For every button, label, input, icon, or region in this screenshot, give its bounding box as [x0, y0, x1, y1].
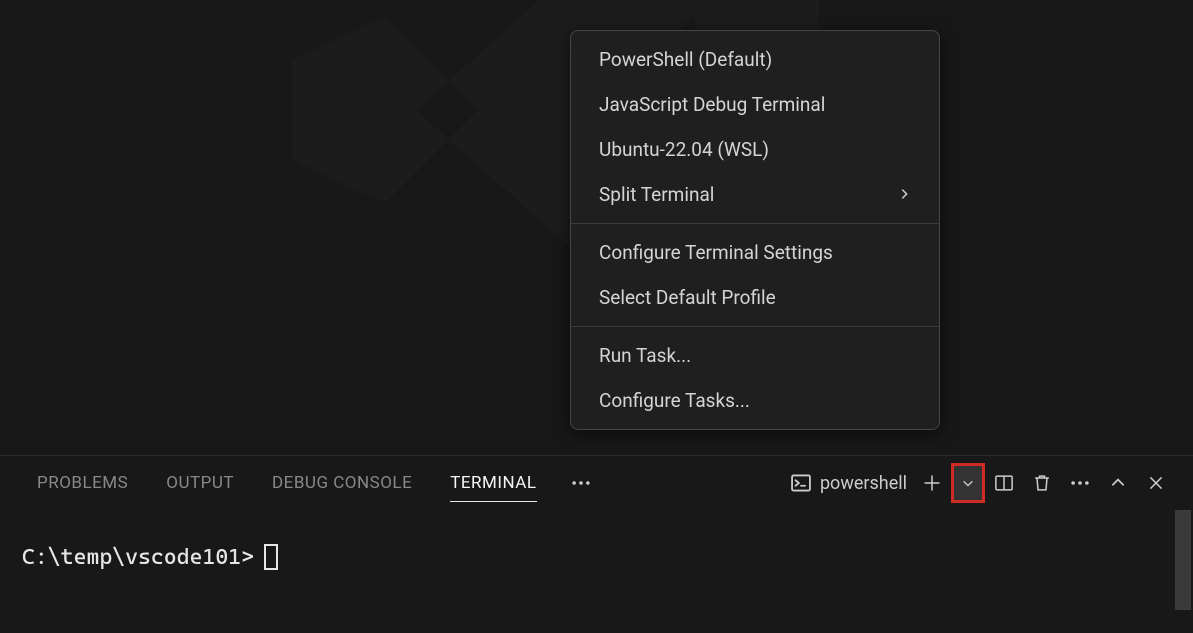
terminal-cursor [264, 544, 278, 570]
menu-item-configure-terminal-settings[interactable]: Configure Terminal Settings [571, 230, 939, 275]
kill-terminal-button[interactable] [1023, 464, 1061, 502]
tab-problems[interactable]: PROBLEMS [18, 459, 147, 507]
menu-item-label: Split Terminal [599, 183, 714, 206]
menu-item-label: Configure Terminal Settings [599, 241, 833, 264]
menu-separator [571, 223, 939, 224]
terminal-prompt: C:\temp\vscode101> [22, 545, 254, 570]
more-actions-button[interactable] [1061, 464, 1099, 502]
panel-actions: powershell [780, 463, 1175, 503]
menu-item-select-default-profile[interactable]: Select Default Profile [571, 275, 939, 320]
terminal-icon [790, 472, 812, 494]
menu-item-label: PowerShell (Default) [599, 48, 772, 71]
menu-item-powershell[interactable]: PowerShell (Default) [571, 37, 939, 82]
split-horizontal-icon [994, 473, 1014, 493]
menu-separator [571, 326, 939, 327]
chevron-right-icon [897, 183, 911, 206]
tab-output[interactable]: OUTPUT [147, 459, 253, 507]
menu-item-js-debug-terminal[interactable]: JavaScript Debug Terminal [571, 82, 939, 127]
split-terminal-button[interactable] [985, 464, 1023, 502]
active-terminal-label[interactable]: powershell [780, 472, 913, 494]
terminal-scrollbar[interactable] [1175, 510, 1191, 610]
terminal-line: C:\temp\vscode101> [22, 544, 1171, 570]
chevron-up-icon [1109, 474, 1127, 492]
menu-item-label: Ubuntu-22.04 (WSL) [599, 138, 769, 161]
tab-debug-console[interactable]: DEBUG CONSOLE [253, 459, 431, 507]
new-terminal-button[interactable] [913, 464, 951, 502]
menu-item-label: Configure Tasks... [599, 389, 750, 412]
tab-terminal[interactable]: TERMINAL [431, 459, 555, 507]
menu-item-label: Select Default Profile [599, 286, 776, 309]
tabs-overflow-button[interactable] [556, 472, 606, 494]
ellipsis-icon [1069, 472, 1091, 494]
menu-item-label: JavaScript Debug Terminal [599, 93, 825, 116]
plus-icon [922, 473, 942, 493]
active-terminal-name: powershell [820, 473, 907, 494]
close-icon [1147, 474, 1165, 492]
panel-tabs: PROBLEMS OUTPUT DEBUG CONSOLE TERMINAL [18, 459, 606, 507]
launch-profile-dropdown-button[interactable] [951, 463, 985, 503]
trash-icon [1032, 473, 1052, 493]
terminal-body[interactable]: C:\temp\vscode101> [0, 510, 1193, 633]
close-panel-button[interactable] [1137, 464, 1175, 502]
menu-item-run-task[interactable]: Run Task... [571, 333, 939, 378]
menu-item-ubuntu-wsl[interactable]: Ubuntu-22.04 (WSL) [571, 127, 939, 172]
menu-item-label: Run Task... [599, 344, 691, 367]
menu-item-configure-tasks[interactable]: Configure Tasks... [571, 378, 939, 423]
menu-item-split-terminal[interactable]: Split Terminal [571, 172, 939, 217]
chevron-down-icon [961, 476, 975, 490]
launch-profile-menu: PowerShell (Default) JavaScript Debug Te… [570, 30, 940, 430]
panel-tabbar: PROBLEMS OUTPUT DEBUG CONSOLE TERMINAL p… [0, 455, 1193, 510]
maximize-panel-button[interactable] [1099, 464, 1137, 502]
